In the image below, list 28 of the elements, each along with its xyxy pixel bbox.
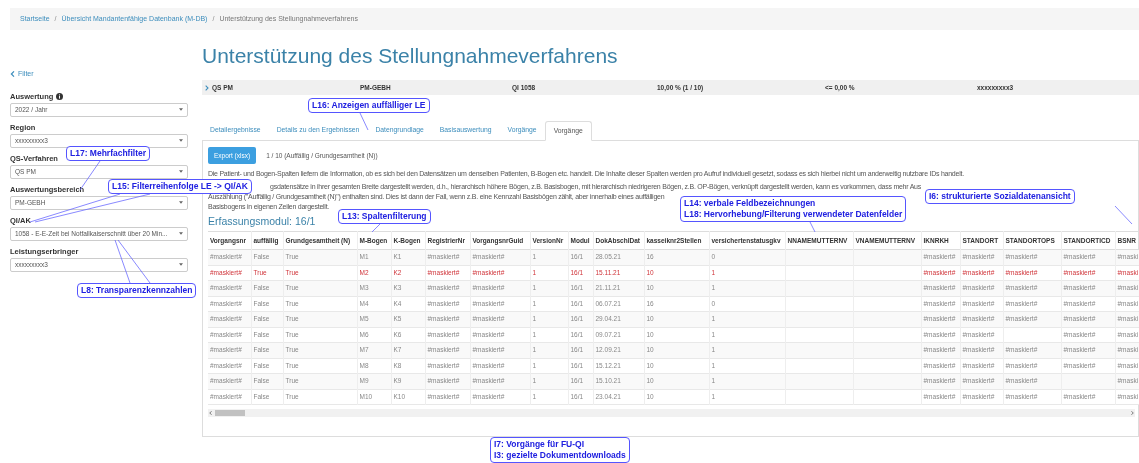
caret-icon [179,201,183,204]
callout-text: L14: verbale Feldbezeichnungen [684,198,817,209]
page-title: Unterstützung des Stellungnahmeverfahrens [202,43,619,69]
caret-icon [179,263,183,266]
callout-text: L17: Mehrfachfilter [70,148,147,159]
scroll-left-icon [209,411,212,415]
chevron-left-icon [10,71,15,78]
caret-icon [179,170,183,173]
callout-text: I3: gezielte Dokumentdownloads [494,450,626,461]
section-title: Erfassungsmodul: 16/1 [208,215,316,228]
scroll-right-icon [1131,411,1134,415]
caret-icon [179,232,183,235]
horizontal-scrollbar[interactable] [208,409,1135,417]
scrollbar-thumb[interactable] [215,410,245,416]
leader-line [359,112,369,131]
callout-text: L8: Transparenzkennzahlen [81,285,193,296]
callout-text: L18: Hervorhebung/Filterung verwendeter Datenfelder [684,209,903,220]
callout-text: L15: Filterreihenfolge LE -> QI/AK [112,181,248,192]
info-icon [56,93,64,100]
callout-text: L13: Spaltenfilterung [342,211,427,222]
leader-line [1114,205,1133,225]
callout-text: I7: Vorgänge für FU-QI [494,439,586,450]
caret-icon [179,108,183,111]
callout-text: I6: strukturierte Sozialdatenansicht [929,191,1071,202]
leader-line [809,221,816,233]
callout-text: L16: Anzeigen auffälliger LE [312,100,426,111]
caret-icon [179,139,183,142]
chevron-right-icon [205,84,209,91]
